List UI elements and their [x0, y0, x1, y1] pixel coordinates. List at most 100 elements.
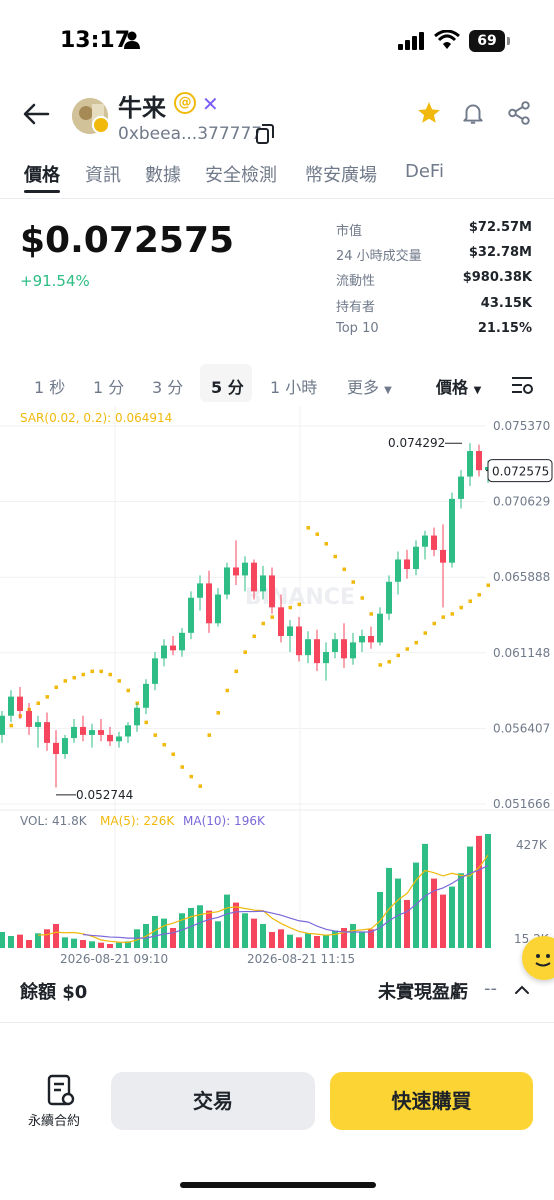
perpetual-contract-label[interactable]: 永續合約	[28, 1110, 80, 1129]
sar-dot	[117, 679, 121, 683]
sar-dot	[423, 631, 427, 635]
price-chart[interactable]: 0.075370 0.070629 0.065888 0.061148 0.056407…	[0, 406, 554, 966]
volume-bar	[89, 941, 95, 948]
sar-dot	[72, 675, 76, 680]
candle	[134, 707, 140, 726]
tab-security[interactable]: 安全檢測	[205, 161, 277, 187]
candle	[476, 451, 482, 471]
sar-dot	[315, 532, 319, 536]
share-icon[interactable]	[506, 100, 532, 126]
volume-bar	[305, 933, 311, 948]
timeframe-1s[interactable]: 1 秒	[34, 374, 65, 398]
volume-bar	[224, 894, 230, 948]
candle	[368, 636, 374, 643]
volume-bar	[404, 899, 410, 948]
bell-icon[interactable]	[460, 100, 486, 126]
y-tick-label: 0.051666	[493, 797, 550, 811]
candle	[215, 594, 221, 624]
sar-dot	[9, 723, 13, 728]
candle	[98, 730, 104, 735]
volume-bar	[17, 934, 23, 948]
volume-bar	[287, 934, 293, 948]
sar-dot	[216, 711, 220, 715]
candle	[413, 546, 419, 570]
sar-dot	[351, 580, 355, 584]
volume-bar	[260, 923, 266, 948]
token-name: 牛来	[118, 94, 166, 122]
balance-label: 餘額 $0	[20, 982, 88, 1003]
stat-value-market-cap: $72.57M	[468, 220, 532, 235]
volume-bar	[98, 942, 104, 948]
timeframe-1h[interactable]: 1 小時	[270, 374, 317, 398]
sar-dot	[198, 784, 202, 788]
back-arrow-icon[interactable]	[20, 100, 52, 128]
current-price: $0.072575	[20, 220, 235, 261]
volume-bar	[431, 878, 437, 948]
candle	[53, 742, 59, 755]
floating-assistant-icon[interactable]	[522, 936, 554, 980]
battery-tip	[507, 37, 510, 45]
active-tab-indicator	[24, 190, 60, 193]
sar-dot	[153, 733, 157, 737]
trade-button[interactable]: 交易	[111, 1072, 315, 1130]
volume-bar	[395, 878, 401, 948]
sar-dot	[486, 583, 490, 587]
sar-dot	[387, 660, 391, 664]
sar-dot	[54, 685, 58, 690]
stat-label-market-cap: 市值	[336, 224, 363, 239]
volume-bar	[233, 902, 239, 948]
tab-info[interactable]: 資訊	[85, 161, 121, 187]
volume-bar	[80, 939, 86, 948]
candle	[377, 613, 383, 643]
sar-dot	[432, 621, 436, 626]
unrealized-pnl-value: --	[484, 978, 497, 999]
timeframe-1m[interactable]: 1 分	[93, 374, 124, 398]
stat-label-volume: 24 小時成交量	[336, 249, 422, 264]
stat-label-liquidity: 流動性	[336, 274, 376, 289]
copy-icon[interactable]	[256, 124, 274, 144]
sar-dot	[144, 720, 148, 725]
timeframe-5m[interactable]: 5 分	[211, 374, 244, 398]
candle	[35, 722, 41, 727]
volume-bar	[242, 913, 248, 948]
butterfly-icon: ✕	[202, 92, 219, 116]
volume-bar	[197, 905, 203, 948]
timeframe-more-label: 更多	[347, 378, 380, 397]
caret-down-icon: ▼	[473, 385, 482, 396]
candle	[314, 639, 320, 664]
sar-dot	[414, 640, 418, 645]
perpetual-contract-icon[interactable]	[46, 1074, 76, 1108]
volume-bar	[323, 934, 329, 948]
status-time: 13:17	[60, 28, 131, 53]
candle	[71, 726, 77, 739]
candle	[224, 567, 230, 595]
tab-price[interactable]: 價格	[24, 161, 60, 187]
timeframe-3m[interactable]: 3 分	[152, 374, 183, 398]
sar-dot	[171, 752, 175, 757]
sar-dot	[180, 765, 184, 769]
tab-defi[interactable]: DeFi	[405, 161, 444, 182]
sar-dot	[477, 593, 481, 597]
tab-data[interactable]: 數據	[145, 161, 181, 187]
contract-address: 0xbeea...377777	[118, 124, 263, 144]
chart-type-dropdown[interactable]: 價格 ▼	[436, 374, 481, 398]
candle	[287, 626, 293, 637]
volume-bar	[449, 886, 455, 948]
tab-bar: 價格 資訊 數據 安全檢測 幣安廣場 DeFi	[0, 155, 554, 195]
candle	[143, 683, 149, 708]
chevron-up-icon[interactable]	[512, 980, 532, 1000]
quick-buy-button[interactable]: 快速購買	[330, 1072, 533, 1130]
battery-icon: 69	[469, 30, 505, 52]
timeframe-more[interactable]: 更多 ▼	[347, 374, 392, 398]
favorite-star-icon[interactable]	[416, 100, 442, 126]
sar-dot	[459, 605, 463, 610]
sar-dot	[297, 602, 301, 607]
candle	[80, 726, 86, 735]
volume-bar	[359, 931, 365, 948]
volume-bar	[116, 942, 122, 948]
tab-square[interactable]: 幣安廣場	[305, 161, 377, 187]
candle	[197, 583, 203, 598]
candle	[260, 575, 266, 592]
chart-settings-icon[interactable]	[510, 374, 534, 396]
sar-dot	[99, 669, 103, 674]
